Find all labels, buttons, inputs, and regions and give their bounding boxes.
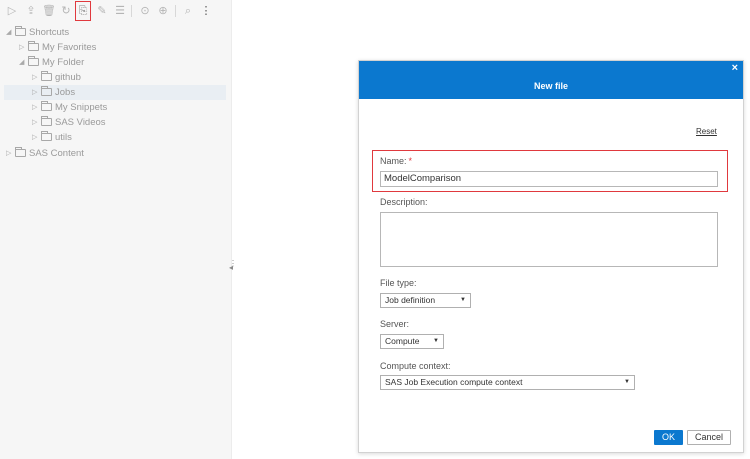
reset-link[interactable]: Reset (696, 127, 717, 136)
toolbar-divider (131, 5, 132, 17)
collapse-icon[interactable]: ▷ (32, 100, 40, 115)
dialog-title: New file (533, 81, 568, 91)
description-label: Description: (380, 197, 428, 207)
close-icon[interactable]: × (732, 62, 738, 74)
tree-item-sas-videos[interactable]: ▷ SAS Videos (32, 115, 106, 130)
dialog-header: New file × (359, 61, 743, 99)
description-textarea[interactable] (380, 212, 718, 267)
server-label: Server: (380, 319, 410, 329)
folder-icon (15, 26, 26, 36)
ok-button[interactable]: OK (654, 430, 683, 445)
refresh-icon[interactable]: ↻ (58, 2, 74, 20)
upload-icon[interactable]: ⇪ (23, 2, 39, 20)
chevron-down-icon: ▼ (433, 338, 439, 344)
collapse-icon[interactable]: ▷ (6, 146, 14, 161)
file-type-value: Job definition (385, 295, 436, 305)
name-label-text: Name: (380, 156, 407, 166)
properties-icon[interactable]: ⊙ (137, 2, 153, 20)
file-type-label: File type: (380, 278, 417, 288)
folder-icon (15, 147, 26, 157)
tree-item-sas-content[interactable]: ▷ SAS Content (6, 146, 84, 161)
tree-item-label: SAS Content (29, 148, 84, 159)
name-label: Name: * (380, 156, 412, 166)
edit-icon[interactable]: ✎ (94, 2, 110, 20)
collapse-icon[interactable]: ▷ (32, 70, 40, 85)
tree-item-label: My Folder (42, 57, 85, 68)
server-select[interactable]: Compute ▼ (380, 334, 444, 349)
panel-splitter-handle[interactable]: ⋮ ◂ (229, 260, 237, 272)
collapse-icon[interactable]: ▷ (32, 130, 40, 145)
delete-icon[interactable]: 🗑 (41, 2, 57, 20)
collapse-icon[interactable]: ▷ (32, 85, 40, 100)
folder-icon (41, 86, 52, 96)
tree-item-label: Shortcuts (29, 27, 70, 38)
chevron-down-icon: ▼ (460, 297, 466, 303)
tree-item-utils[interactable]: ▷ utils (32, 130, 72, 145)
expand-icon[interactable]: ◢ (6, 25, 14, 40)
cancel-button[interactable]: Cancel (687, 430, 731, 445)
folder-icon (41, 71, 52, 81)
compute-context-label: Compute context: (380, 361, 451, 371)
run-icon[interactable]: ▷ (4, 2, 20, 20)
tree-item-github[interactable]: ▷ github (32, 70, 81, 85)
add-icon[interactable]: ⊕ (155, 2, 171, 20)
tree-item-label: SAS Videos (55, 117, 106, 128)
compute-context-select[interactable]: SAS Job Execution compute context ▼ (380, 375, 635, 390)
tree-item-label: My Snippets (55, 102, 108, 113)
file-type-select[interactable]: Job definition ▼ (380, 293, 471, 308)
folder-icon (41, 116, 52, 126)
tree-item-label: Jobs (55, 87, 76, 98)
new-file-icon[interactable]: ⎘ (75, 1, 91, 21)
search-icon[interactable]: ⌕ (180, 2, 196, 20)
collapse-icon[interactable]: ▷ (32, 115, 40, 130)
tree-item-my-folder[interactable]: ◢ My Folder (19, 55, 84, 70)
tree-item-label: github (55, 72, 81, 83)
tree-item-label: utils (55, 132, 72, 143)
chevron-down-icon: ▼ (624, 379, 630, 385)
required-mark: * (408, 156, 413, 166)
collapse-icon[interactable]: ▷ (19, 40, 27, 55)
toolbar-divider (175, 5, 176, 17)
tree-item-my-favorites[interactable]: ▷ My Favorites (19, 40, 96, 55)
list-icon[interactable]: ☰ (112, 2, 128, 20)
more-icon[interactable]: ⋮ (198, 2, 214, 20)
tree-item-my-snippets[interactable]: ▷ My Snippets (32, 100, 107, 115)
tree-item-shortcuts[interactable]: ◢ Shortcuts (6, 25, 69, 40)
new-file-dialog: New file × Reset Name: * ModelComparison … (358, 60, 744, 453)
folder-icon (41, 131, 52, 141)
server-value: Compute (385, 336, 420, 346)
tree-item-label: My Favorites (42, 42, 97, 53)
tree-item-jobs[interactable]: ▷ Jobs (4, 85, 226, 100)
folder-icon (41, 101, 52, 111)
compute-context-value: SAS Job Execution compute context (385, 377, 523, 387)
toolbar: ▷ ⇪ 🗑 ↻ ⎘ ✎ ☰ ⊙ ⊕ ⌕ ⋮ (0, 0, 232, 22)
folder-icon (28, 41, 39, 51)
folder-icon (28, 56, 39, 66)
left-panel: ▷ ⇪ 🗑 ↻ ⎘ ✎ ☰ ⊙ ⊕ ⌕ ⋮ ◢ Shortcuts ▷ My Fav… (0, 0, 237, 459)
name-input[interactable]: ModelComparison (380, 171, 718, 187)
expand-icon[interactable]: ◢ (19, 55, 27, 70)
